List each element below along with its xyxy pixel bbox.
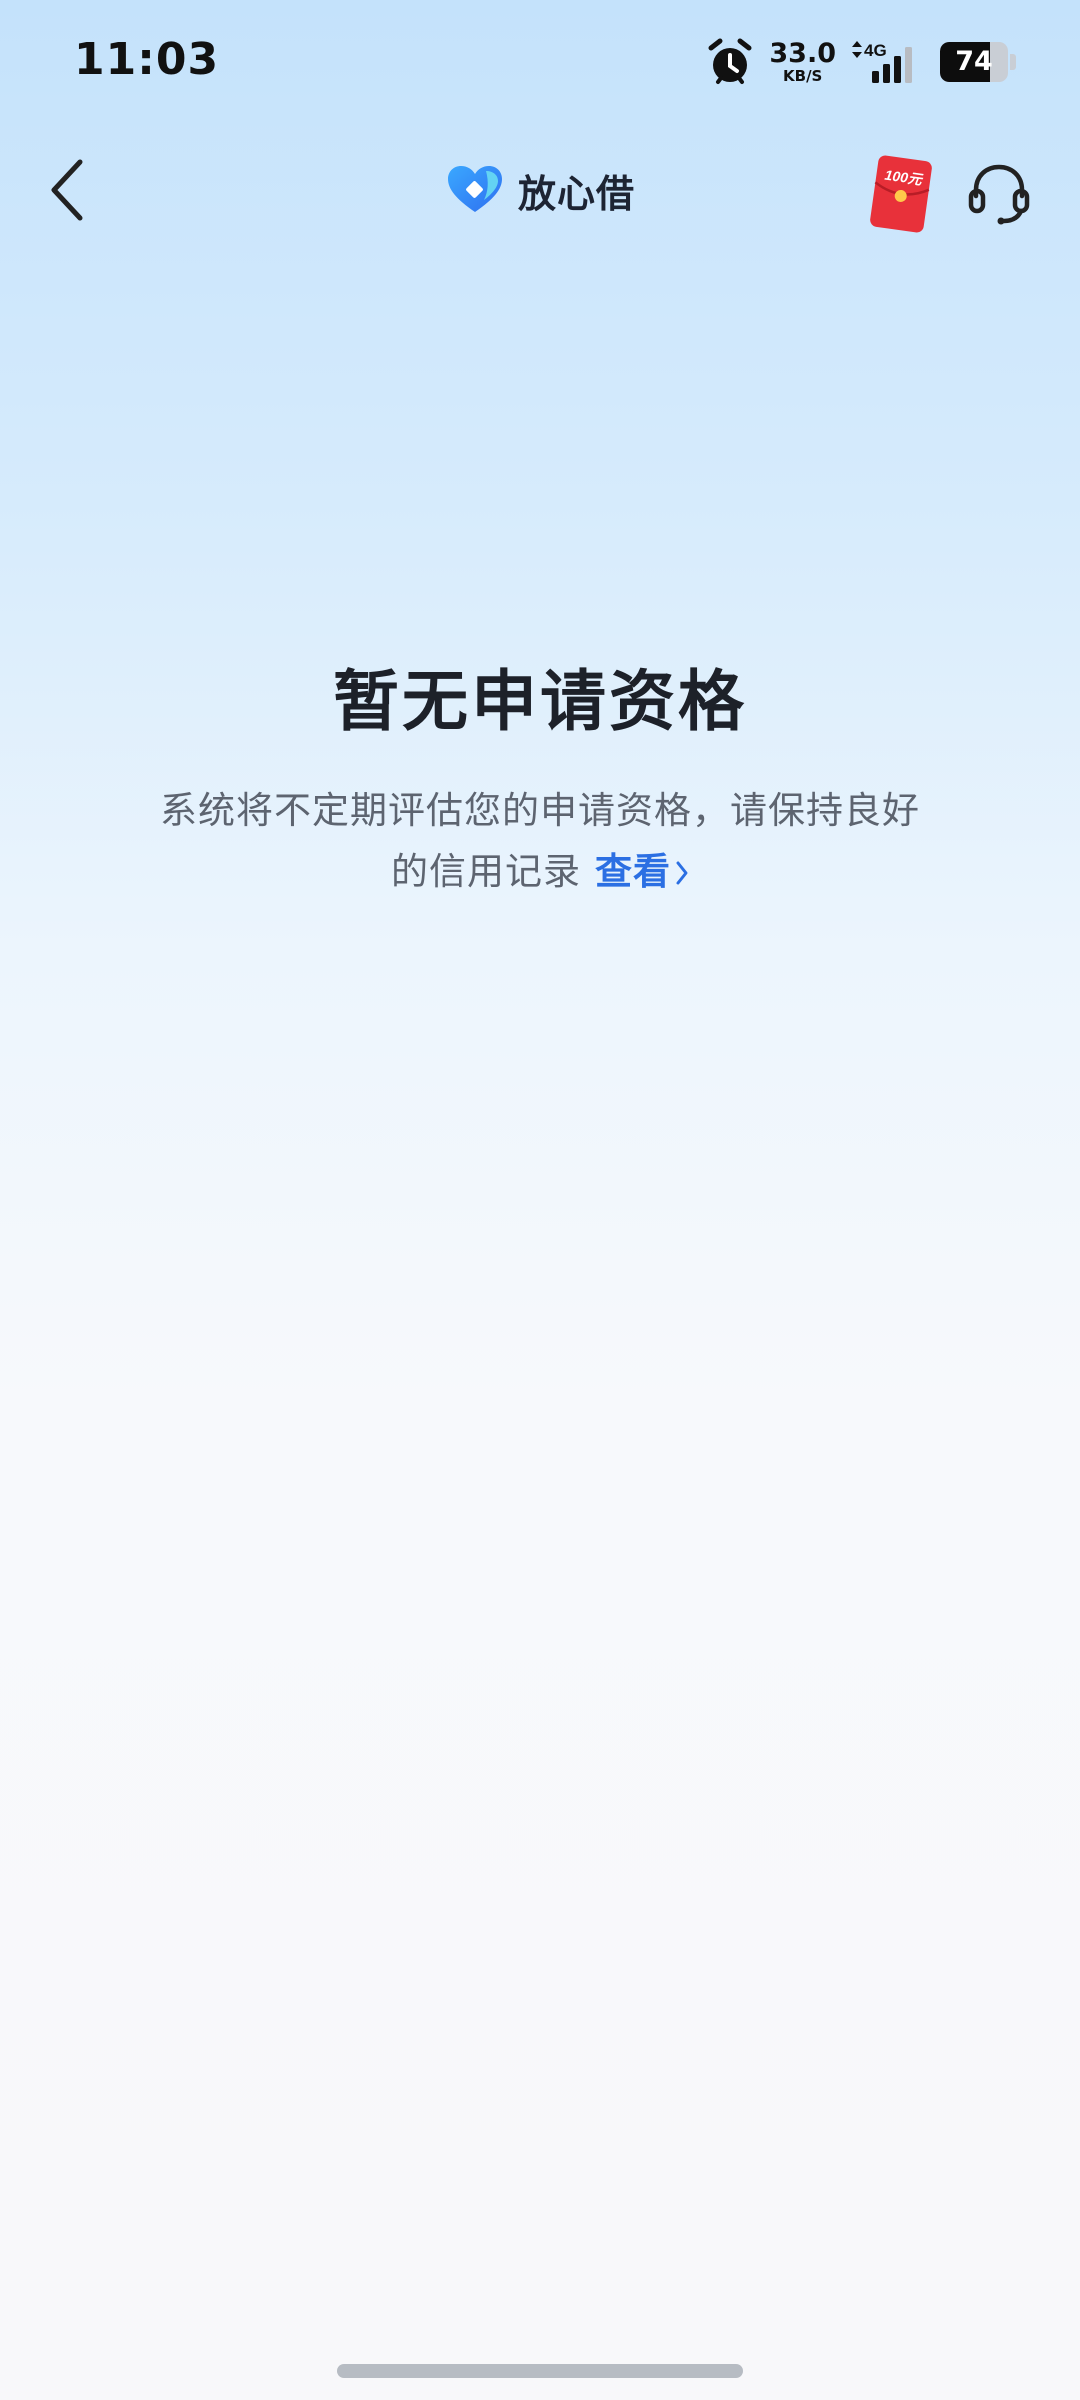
chevron-left-icon xyxy=(51,159,83,221)
view-link[interactable]: 查看 xyxy=(595,850,689,893)
alarm-clock-icon xyxy=(708,38,752,84)
status-time: 11:03 xyxy=(74,34,220,85)
red-packet-button[interactable]: 100元 xyxy=(866,154,936,234)
network-speed-unit: KB/S xyxy=(783,67,823,85)
headset-icon xyxy=(968,164,1030,225)
brand: 放心借 xyxy=(446,162,635,218)
battery-level: 74 xyxy=(955,46,993,77)
status-icons: 33.0 KB/S 4G 74 xyxy=(707,36,1016,88)
heart-logo-icon xyxy=(448,166,502,212)
home-indicator[interactable] xyxy=(337,2364,743,2378)
status-bar: 11:03 33.0 KB/S 4G 74 xyxy=(0,0,1080,120)
network-type-label: 4G xyxy=(864,41,887,60)
view-link-label: 查看 xyxy=(595,850,671,893)
empty-state-title: 暂无申请资格 xyxy=(333,663,747,740)
network-speed: 33.0 KB/S xyxy=(769,40,836,84)
back-button[interactable] xyxy=(30,152,106,228)
red-packet-icon: 100元 xyxy=(870,155,932,233)
description-text: 系统将不定期评估您的申请资格，请保持良好的信用记录 xyxy=(160,789,920,893)
customer-service-button[interactable] xyxy=(960,154,1038,232)
empty-state-description: 系统将不定期评估您的申请资格，请保持良好的信用记录 查看 xyxy=(150,780,930,902)
brand-name: 放心借 xyxy=(518,171,636,216)
signal-icon: 4G xyxy=(852,41,912,83)
battery-indicator: 74 xyxy=(940,42,1016,82)
chevron-right-icon xyxy=(676,861,688,885)
nav-bar: 放心借 100元 xyxy=(0,140,1080,240)
network-speed-value: 33.0 xyxy=(769,38,836,69)
